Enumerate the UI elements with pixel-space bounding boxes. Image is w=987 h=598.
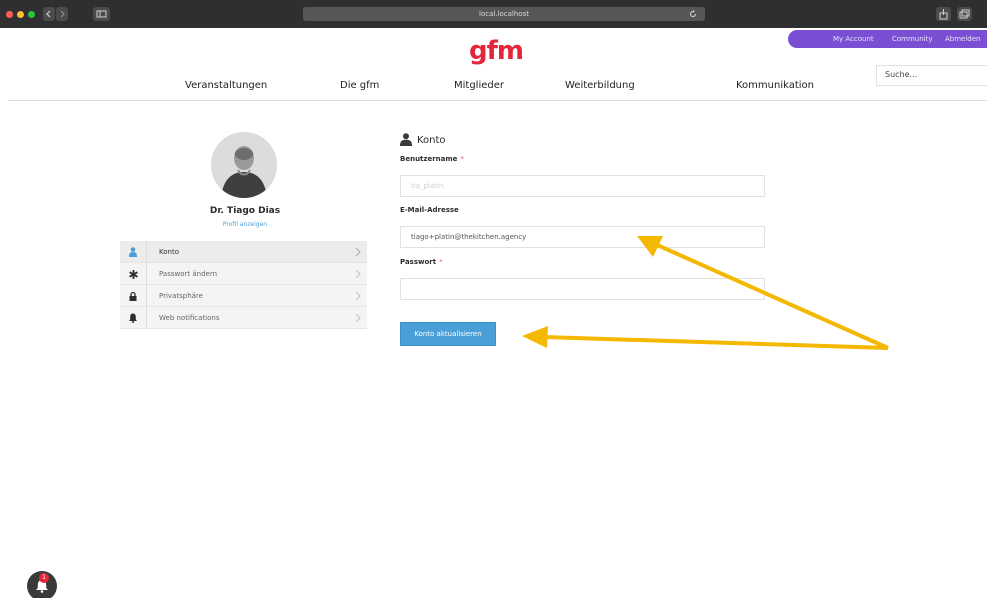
annotation-overlay	[522, 236, 889, 350]
annotation-arrow-submit	[543, 335, 889, 350]
notification-count-badge: 1	[39, 573, 49, 583]
annotation-arrowhead-submit	[522, 326, 548, 348]
annotation-arrow-email	[654, 242, 889, 350]
